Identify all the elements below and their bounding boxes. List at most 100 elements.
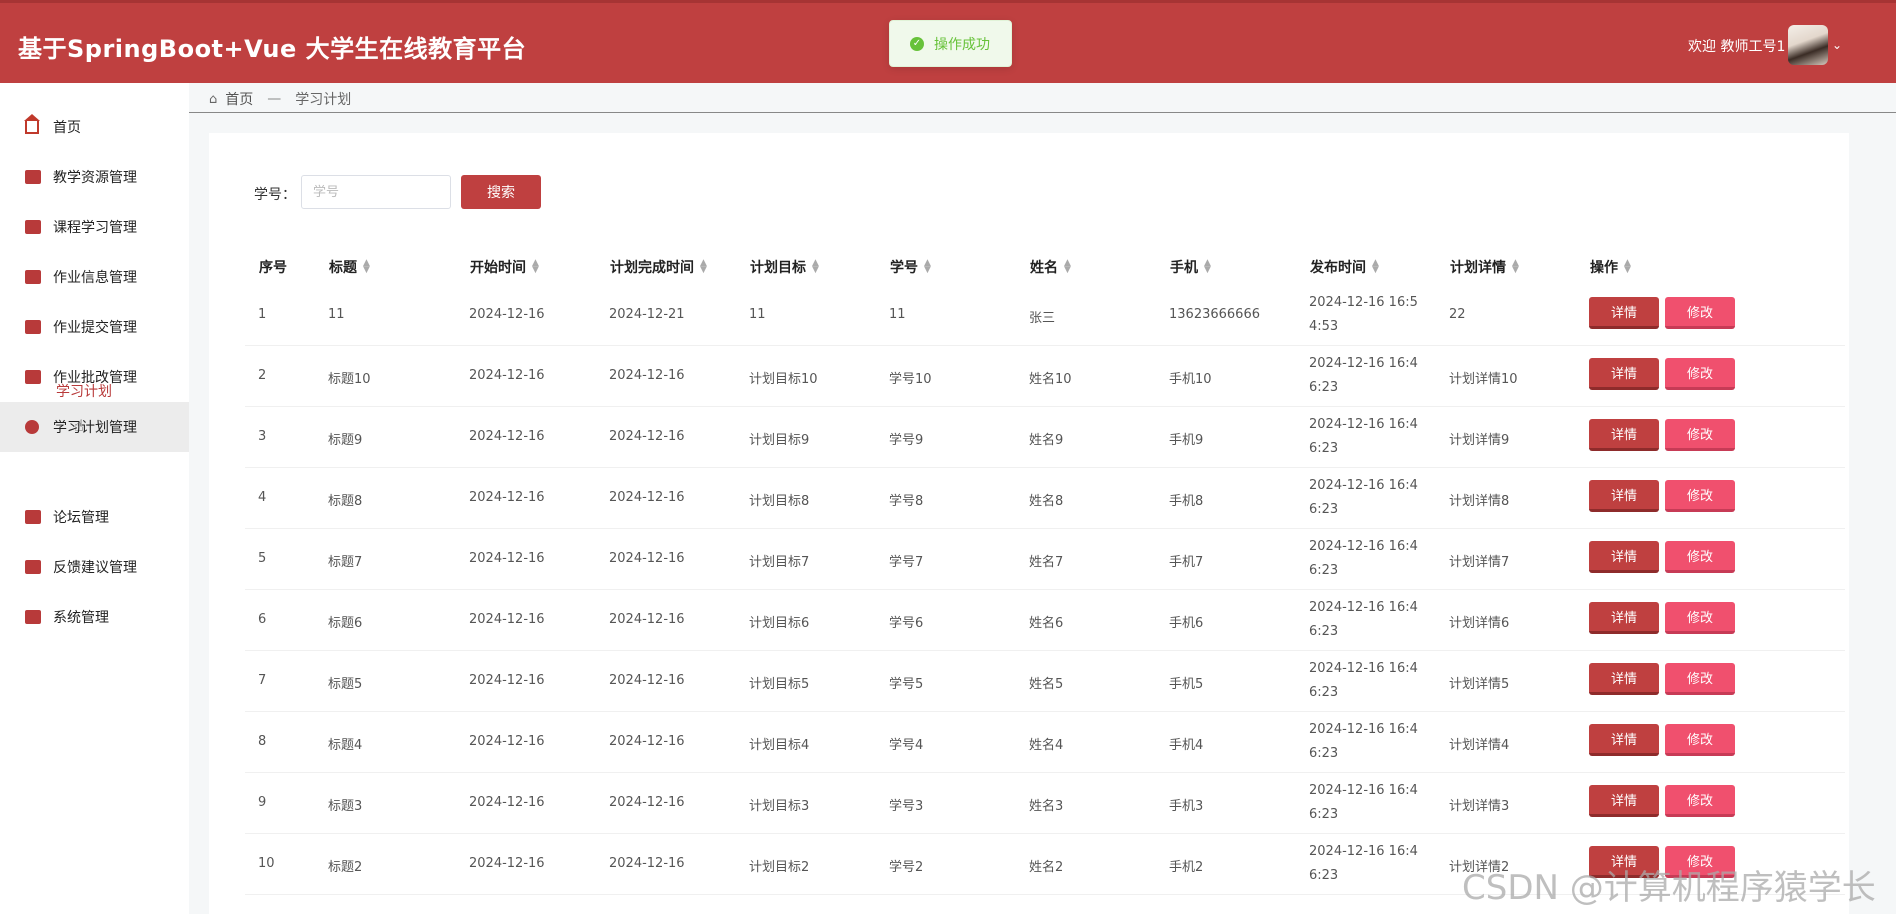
plan-icon: [25, 420, 39, 434]
detail-button[interactable]: 详情: [1589, 358, 1659, 390]
edit-button[interactable]: 修改: [1665, 785, 1735, 817]
sidebar-item-system[interactable]: 系统管理: [0, 592, 189, 642]
column-header[interactable]: 计划完成时间 ▲ ▼: [610, 257, 707, 277]
detail-button[interactable]: 详情: [1589, 297, 1659, 329]
edit-button[interactable]: 修改: [1665, 602, 1735, 634]
sort-icon[interactable]: ▲ ▼: [1372, 259, 1379, 275]
column-header[interactable]: 发布时间 ▲ ▼: [1310, 257, 1379, 277]
sidebar-item-course[interactable]: 课程学习管理: [0, 202, 189, 252]
forum-icon: [25, 510, 41, 524]
row-index: 10: [258, 856, 275, 871]
edit-button[interactable]: 修改: [1665, 480, 1735, 512]
edit-button[interactable]: 修改: [1665, 541, 1735, 573]
welcome-text: 欢迎 教师工号1: [1688, 39, 1786, 55]
table-row-divider: [245, 772, 1845, 773]
column-header-label: 计划完成时间: [610, 260, 694, 276]
row-name: 姓名3: [1029, 799, 1064, 814]
search-button[interactable]: 搜索: [461, 175, 541, 209]
row-student-id: 学号9: [889, 433, 924, 448]
sort-icon[interactable]: ▲ ▼: [700, 259, 707, 275]
row-publish-time: 2024-12-16 16:46:23: [1309, 722, 1418, 761]
sort-icon[interactable]: ▲ ▼: [1512, 259, 1519, 275]
row-start-date: 2024-12-16: [469, 856, 545, 871]
sort-icon[interactable]: ▲ ▼: [1204, 259, 1211, 275]
detail-button[interactable]: 详情: [1589, 541, 1659, 573]
row-detail: 计划详情8: [1449, 494, 1510, 509]
sidebar-item-home[interactable]: 首页: [0, 102, 189, 152]
submit-icon: [25, 320, 41, 334]
row-student-id: 学号5: [889, 677, 924, 692]
row-start-date: 2024-12-16: [469, 612, 545, 627]
detail-button[interactable]: 详情: [1589, 480, 1659, 512]
row-start-date: 2024-12-16: [469, 368, 545, 383]
edit-button[interactable]: 修改: [1665, 297, 1735, 329]
column-header[interactable]: 操作 ▲ ▼: [1590, 257, 1631, 277]
detail-button[interactable]: 详情: [1589, 602, 1659, 634]
search-label: 学号：: [254, 187, 296, 203]
sidebar-item-label: 首页: [53, 120, 81, 136]
row-goal: 计划目标5: [749, 677, 810, 692]
mouse-cursor-icon: ☝: [74, 416, 84, 435]
column-header[interactable]: 计划目标 ▲ ▼: [750, 257, 819, 277]
row-name: 姓名8: [1029, 494, 1064, 509]
student-id-search-input[interactable]: [301, 175, 451, 209]
sidebar-item-submit[interactable]: 作业提交管理: [0, 302, 189, 352]
chevron-down-icon[interactable]: ⌄: [1832, 38, 1842, 52]
row-start-date: 2024-12-16: [469, 429, 545, 444]
column-header[interactable]: 开始时间 ▲ ▼: [470, 257, 539, 277]
row-start-date: 2024-12-16: [469, 307, 545, 322]
row-phone: 手机10: [1169, 372, 1212, 387]
sidebar-item-forum[interactable]: 论坛管理: [0, 492, 189, 542]
sidebar-item-resource[interactable]: 教学资源管理: [0, 152, 189, 202]
row-title: 11: [328, 307, 345, 322]
row-phone: 手机8: [1169, 494, 1204, 509]
sort-icon[interactable]: ▲ ▼: [1064, 259, 1071, 275]
row-phone: 手机5: [1169, 677, 1204, 692]
row-detail: 计划详情6: [1449, 616, 1510, 631]
row-index: 7: [258, 673, 267, 688]
row-publish-time: 2024-12-16 16:46:23: [1309, 844, 1418, 883]
sort-icon[interactable]: ▲ ▼: [812, 259, 819, 275]
breadcrumb-current: 学习计划: [295, 92, 352, 108]
column-header[interactable]: 学号 ▲ ▼: [890, 257, 931, 277]
detail-button[interactable]: 详情: [1589, 419, 1659, 451]
row-start-date: 2024-12-16: [469, 734, 545, 749]
user-avatar[interactable]: [1788, 25, 1828, 65]
detail-button[interactable]: 详情: [1589, 663, 1659, 695]
row-title: 标题2: [328, 860, 363, 875]
row-publish-time: 2024-12-16 16:54:53: [1309, 295, 1418, 334]
sidebar-item-plan[interactable]: 学习计划管理: [0, 402, 189, 452]
row-finish-date: 2024-12-16: [609, 734, 685, 749]
sort-icon[interactable]: ▲ ▼: [1624, 259, 1631, 275]
row-title: 标题6: [328, 616, 363, 631]
sidebar-item-feedback[interactable]: 反馈建议管理: [0, 542, 189, 592]
row-finish-date: 2024-12-16: [609, 612, 685, 627]
row-publish-time: 2024-12-16 16:46:23: [1309, 417, 1418, 456]
row-goal: 计划目标4: [749, 738, 810, 753]
detail-button[interactable]: 详情: [1589, 785, 1659, 817]
table-row-divider: [245, 528, 1845, 529]
detail-button[interactable]: 详情: [1589, 724, 1659, 756]
row-name: 姓名2: [1029, 860, 1064, 875]
column-header[interactable]: 手机 ▲ ▼: [1170, 257, 1211, 277]
success-toast: ✓ 操作成功: [889, 20, 1012, 67]
row-index: 1: [258, 307, 267, 322]
column-header[interactable]: 计划详情 ▲ ▼: [1450, 257, 1519, 277]
row-title: 标题3: [328, 799, 363, 814]
edit-button[interactable]: 修改: [1665, 663, 1735, 695]
breadcrumb-home[interactable]: 首页: [225, 89, 253, 109]
row-name: 张三: [1029, 311, 1056, 326]
row-phone: 手机4: [1169, 738, 1204, 753]
sort-icon[interactable]: ▲ ▼: [363, 259, 370, 275]
column-header[interactable]: 姓名 ▲ ▼: [1030, 257, 1071, 277]
sort-icon[interactable]: ▲ ▼: [924, 259, 931, 275]
sidebar-item-homework[interactable]: 作业信息管理: [0, 252, 189, 302]
edit-button[interactable]: 修改: [1665, 724, 1735, 756]
sort-icon[interactable]: ▲ ▼: [532, 259, 539, 275]
edit-button[interactable]: 修改: [1665, 419, 1735, 451]
edit-button[interactable]: 修改: [1665, 358, 1735, 390]
column-header-label: 发布时间: [1310, 260, 1366, 276]
column-header[interactable]: 标题 ▲ ▼: [329, 257, 370, 277]
submenu-item-study-plan[interactable]: 学习计划: [56, 381, 112, 401]
sidebar-item-label: 学习计划管理: [53, 420, 137, 436]
